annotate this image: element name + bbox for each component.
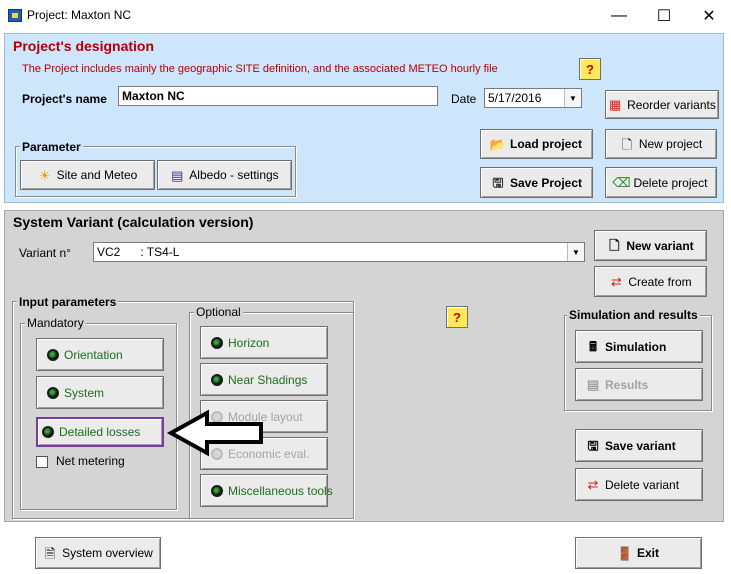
optional-title: Optional [194, 305, 243, 319]
calculator-icon: 🖩 [589, 339, 597, 354]
arrows-icon: ⇄ [610, 274, 622, 289]
project-description: The Project includes mainly the geograph… [22, 63, 498, 75]
save-variant-button[interactable]: 🖫 Save variant [575, 429, 703, 462]
new-document-icon: 🗋 [609, 238, 620, 253]
system-section-title: System Variant (calculation version) [11, 214, 256, 230]
save-variant-label: Save variant [605, 438, 676, 453]
date-label: Date [451, 92, 477, 106]
detailed-losses-label: Detailed losses [59, 425, 141, 439]
new-variant-button[interactable]: 🗋 New variant [594, 230, 707, 261]
date-picker[interactable]: 5/17/2016 ▼ [484, 88, 582, 108]
system-help-button[interactable]: ? [446, 306, 468, 328]
simulation-label: Simulation [605, 339, 667, 354]
overview-icon: 🗎 [44, 545, 56, 561]
net-metering-label: Net metering [56, 454, 125, 468]
create-from-button[interactable]: ⇄ Create from [594, 266, 707, 297]
misc-tools-label: Miscellaneous tools [228, 483, 333, 498]
mandatory-group: Mandatory Orientation System Detailed lo… [20, 316, 177, 510]
delete-icon: ⇄ [587, 477, 599, 492]
system-overview-button[interactable]: 🗎 System overview [35, 537, 161, 569]
horizon-button[interactable]: Horizon [200, 326, 328, 359]
save-icon: 🖫 [587, 438, 599, 453]
orientation-label: Orientation [64, 347, 123, 362]
chevron-down-icon[interactable]: ▼ [567, 243, 584, 261]
results-button[interactable]: ▤ Results [575, 368, 703, 401]
chart-icon: ▤ [586, 377, 600, 392]
project-section-title: Project's designation [11, 38, 157, 54]
status-led-icon [47, 348, 59, 361]
new-document-icon: 🗋 [621, 136, 633, 152]
app-icon [8, 9, 22, 22]
status-led-icon [211, 484, 223, 497]
project-help-button[interactable]: ? [579, 58, 601, 80]
status-led-icon [42, 426, 54, 438]
parameter-group-title: Parameter [20, 140, 83, 154]
status-led-icon [211, 373, 223, 386]
project-name-input[interactable]: Maxton NC [118, 86, 438, 106]
exit-button[interactable]: 🚪 Exit [575, 537, 702, 569]
system-variant-panel: System Variant (calculation version) Var… [4, 210, 724, 522]
chevron-down-icon[interactable]: ▼ [564, 89, 581, 107]
detailed-losses-button[interactable]: Detailed losses [36, 417, 164, 447]
new-project-button[interactable]: 🗋 New project [605, 129, 717, 159]
exit-door-icon: 🚪 [616, 545, 634, 561]
maximize-button[interactable]: ☐ [641, 4, 687, 28]
project-designation-panel: Project's designation The Project includ… [4, 33, 724, 203]
title-bar: Project: Maxton NC — ☐ ✕ [0, 0, 731, 31]
site-meteo-button[interactable]: ☀ Site and Meteo [20, 160, 155, 190]
parameter-group: Parameter ☀ Site and Meteo ▤ Albedo - se… [15, 140, 296, 197]
horizon-label: Horizon [228, 335, 270, 350]
load-project-label: Load project [509, 137, 582, 151]
site-meteo-label: Site and Meteo [56, 168, 138, 182]
pointer-arrow-icon [166, 409, 263, 457]
minimize-button[interactable]: — [596, 4, 642, 28]
new-variant-label: New variant [626, 238, 694, 253]
close-button[interactable]: ✕ [686, 4, 731, 28]
reorder-variants-button[interactable]: ▦ Reorder variants [605, 90, 719, 119]
system-button[interactable]: System [36, 376, 164, 409]
simulation-results-group: Simulation and results 🖩 Simulation ▤ Re… [564, 308, 712, 411]
window-title: Project: Maxton NC [27, 8, 132, 22]
status-led-icon [47, 386, 59, 399]
delete-variant-label: Delete variant [605, 477, 680, 492]
variant-value: VC2 : TS4-L [97, 245, 180, 259]
load-project-button[interactable]: 📂 Load project [480, 129, 593, 159]
delete-icon: ⌫ [612, 175, 631, 190]
variant-label: Variant n° [19, 246, 71, 260]
albedo-settings-button[interactable]: ▤ Albedo - settings [157, 160, 292, 190]
folder-open-icon: 📂 [489, 136, 507, 152]
mandatory-title: Mandatory [25, 316, 86, 330]
delete-variant-button[interactable]: ⇄ Delete variant [575, 468, 703, 501]
reorder-variants-label: Reorder variants [627, 97, 716, 112]
status-led-icon [211, 336, 223, 349]
date-value: 5/17/2016 [488, 91, 542, 105]
delete-project-button[interactable]: ⌫ Delete project [605, 167, 717, 198]
chart-icon: ▤ [171, 167, 184, 183]
net-metering-checkbox[interactable] [36, 456, 48, 468]
system-overview-label: System overview [62, 546, 153, 560]
save-project-label: Save Project [509, 175, 583, 190]
create-from-label: Create from [628, 274, 692, 289]
exit-label: Exit [636, 546, 659, 560]
results-label: Results [605, 377, 649, 392]
albedo-label: Albedo - settings [189, 168, 279, 182]
near-shadings-label: Near Shadings [228, 372, 308, 387]
reorder-icon: ▦ [608, 97, 622, 112]
project-name-label: Project's name [22, 92, 107, 106]
system-label: System [64, 385, 105, 400]
save-icon: 🖫 [492, 175, 504, 190]
misc-tools-button[interactable]: Miscellaneous tools [200, 474, 333, 507]
input-parameters-title: Input parameters [17, 295, 119, 309]
delete-project-label: Delete project [633, 175, 708, 190]
save-project-button[interactable]: 🖫 Save Project [480, 167, 593, 198]
orientation-button[interactable]: Orientation [36, 338, 164, 371]
variant-select[interactable]: VC2 : TS4-L ▼ [93, 242, 585, 262]
new-project-label: New project [638, 137, 703, 151]
simulation-results-title: Simulation and results [567, 308, 700, 322]
near-shadings-button[interactable]: Near Shadings [200, 363, 328, 396]
simulation-button[interactable]: 🖩 Simulation [575, 330, 703, 363]
sun-icon: ☀ [38, 167, 51, 183]
